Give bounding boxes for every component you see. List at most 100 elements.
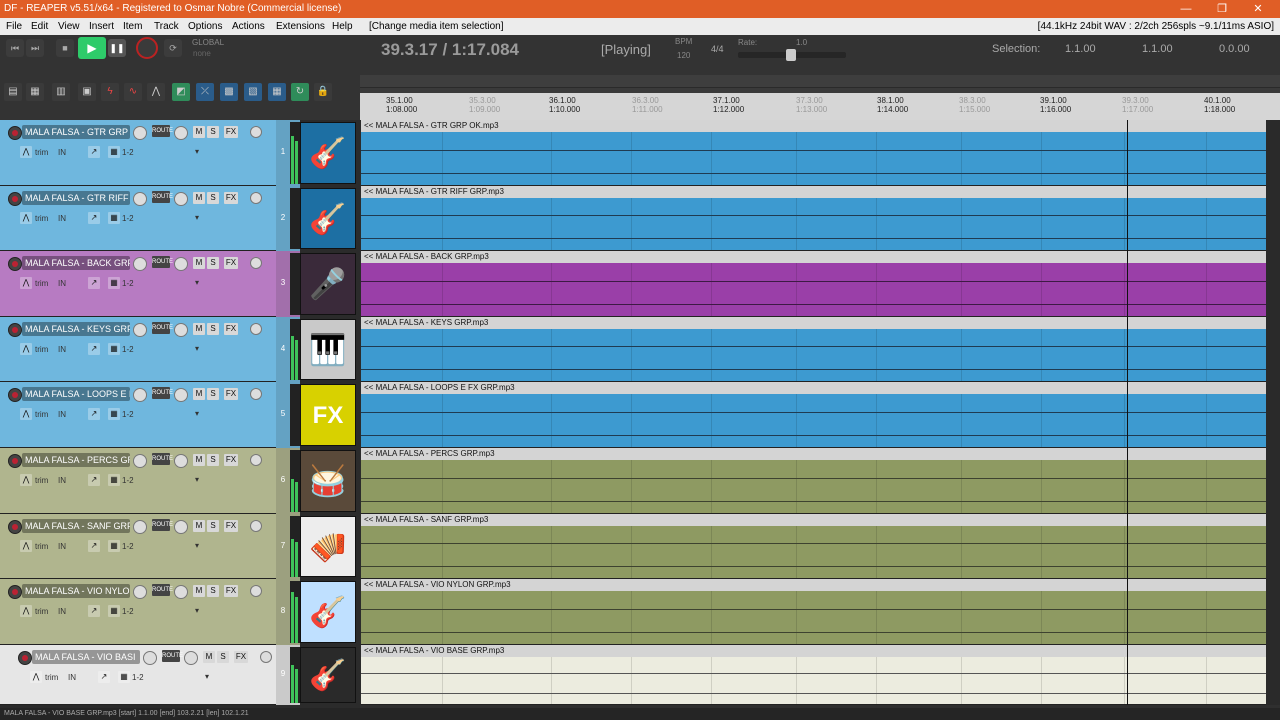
global-automation-label[interactable]: GLOBAL [192, 38, 224, 47]
save-project-icon[interactable]: ▥ [52, 83, 70, 101]
solo-button[interactable]: S [207, 585, 219, 597]
ripple-edit-icon[interactable]: ϟ [101, 83, 119, 101]
chevron-down-icon[interactable]: ▾ [205, 672, 209, 681]
media-item[interactable]: << MALA FALSA - KEYS GRP.mp3 [361, 317, 1266, 382]
input-channel[interactable]: 1-2 [122, 476, 134, 485]
phase-icon[interactable] [250, 257, 262, 269]
menu-edit[interactable]: Edit [31, 18, 48, 35]
chevron-down-icon[interactable]: ▾ [195, 541, 199, 550]
fx-button[interactable]: FX [224, 388, 238, 400]
input-monitor-label[interactable]: IN [58, 345, 66, 354]
record-arm-button[interactable] [8, 323, 22, 337]
input-channel[interactable]: 1-2 [122, 345, 134, 354]
envelope-icon[interactable]: ⋀ [30, 671, 42, 683]
volume-knob[interactable] [133, 520, 147, 534]
menu-insert[interactable]: Insert [89, 18, 114, 35]
pan-knob[interactable] [174, 454, 188, 468]
snap-icon[interactable]: ◩ [172, 83, 190, 101]
media-item[interactable]: << MALA FALSA - LOOPS E FX GRP.mp3 [361, 382, 1266, 448]
trim-label[interactable]: trim [35, 214, 48, 223]
pan-knob[interactable] [174, 585, 188, 599]
input-select-icon[interactable]: ▦ [108, 605, 120, 617]
volume-knob[interactable] [143, 651, 157, 665]
track-control-panel[interactable]: MALA FALSA - SANF GRP ROUTE M S FX ⋀ trim IN ↗ ▦ 1… [0, 514, 276, 579]
input-select-icon[interactable]: ▦ [108, 212, 120, 224]
media-item[interactable]: << MALA FALSA - BACK GRP.mp3 [361, 251, 1266, 317]
input-select-icon[interactable]: ▦ [118, 671, 130, 683]
selection-end[interactable]: 1.1.00 [1142, 43, 1173, 55]
lock-icon[interactable]: 🔒 [314, 83, 332, 101]
mute-button[interactable]: M [193, 585, 205, 597]
render-icon[interactable]: ▣ [78, 83, 96, 101]
volume-knob[interactable] [133, 585, 147, 599]
menu-view[interactable]: View [58, 18, 80, 35]
input-icon[interactable]: ↗ [88, 146, 100, 158]
record-arm-button[interactable] [8, 388, 22, 402]
track-name[interactable]: MALA FALSA - GTR GRP O [22, 125, 130, 139]
track-control-panel[interactable]: MALA FALSA - BACK GRP ROUTE M S FX ⋀ trim IN ↗ ▦ 1… [0, 251, 276, 317]
chevron-down-icon[interactable]: ▾ [195, 147, 199, 156]
trim-label[interactable]: trim [35, 542, 48, 551]
track-control-panel[interactable]: MALA FALSA - KEYS GRP ROUTE M S FX ⋀ trim IN ↗ ▦ 1… [0, 317, 276, 382]
volume-knob[interactable] [133, 454, 147, 468]
fx-button[interactable]: FX [224, 520, 238, 532]
fx-button[interactable]: FX [224, 126, 238, 138]
input-monitor-label[interactable]: IN [58, 542, 66, 551]
menu-item[interactable]: Item [123, 18, 142, 35]
input-channel[interactable]: 1-2 [122, 279, 134, 288]
route-button[interactable]: ROUTE [162, 650, 183, 662]
trim-label[interactable]: trim [35, 476, 48, 485]
chevron-down-icon[interactable]: ▾ [195, 213, 199, 222]
maximize-button[interactable]: ❐ [1204, 0, 1240, 18]
trim-label[interactable]: trim [45, 673, 58, 682]
volume-knob[interactable] [133, 192, 147, 206]
envelope-icon[interactable]: ⋀ [20, 605, 32, 617]
volume-knob[interactable] [133, 323, 147, 337]
selection-length[interactable]: 0.0.00 [1219, 43, 1250, 55]
trim-label[interactable]: trim [35, 148, 48, 157]
input-channel[interactable]: 1-2 [122, 542, 134, 551]
route-button[interactable]: ROUTE [152, 256, 173, 268]
crossfade-icon[interactable]: ⤫ [196, 83, 214, 101]
grouping-icon[interactable]: ∿ [124, 83, 142, 101]
solo-button[interactable]: S [207, 454, 219, 466]
chevron-down-icon[interactable]: ▾ [195, 606, 199, 615]
mute-button[interactable]: M [193, 323, 205, 335]
phase-icon[interactable] [250, 520, 262, 532]
input-channel[interactable]: 1-2 [122, 410, 134, 419]
envelope-icon[interactable]: ⋀ [20, 277, 32, 289]
track-name[interactable]: MALA FALSA - BACK GRP [22, 256, 130, 270]
play-button[interactable]: ▶ [78, 37, 106, 59]
track-name[interactable]: MALA FALSA - VIO NYLON [22, 584, 130, 598]
solo-button[interactable]: S [207, 388, 219, 400]
go-to-end-button[interactable]: ⏭ [26, 39, 44, 57]
input-monitor-label[interactable]: IN [58, 410, 66, 419]
track-name[interactable]: MALA FALSA - PERCS GRP [22, 453, 130, 467]
open-project-icon[interactable]: ▦ [26, 83, 44, 101]
pan-knob[interactable] [174, 257, 188, 271]
ruler-scale[interactable]: 35.1.00 1:08.000 35.3.00 1:09.000 36.1.00 1… [360, 93, 1280, 120]
pan-knob[interactable] [184, 651, 198, 665]
phase-icon[interactable] [250, 585, 262, 597]
track-control-panel[interactable]: MALA FALSA - GTR RIFF G ROUTE M S FX ⋀ trim IN ↗… [0, 186, 276, 251]
input-select-icon[interactable]: ▦ [108, 277, 120, 289]
envelope-icon[interactable]: ⋀ [20, 540, 32, 552]
track-name[interactable]: MALA FALSA - LOOPS E FX [22, 387, 130, 401]
record-arm-button[interactable] [8, 454, 22, 468]
time-signature[interactable]: 4/4 [711, 44, 724, 54]
phase-icon[interactable] [250, 126, 262, 138]
input-icon[interactable]: ↗ [88, 540, 100, 552]
input-monitor-label[interactable]: IN [58, 476, 66, 485]
pause-button[interactable]: ❚❚ [108, 39, 126, 57]
mute-button[interactable]: M [193, 126, 205, 138]
input-icon[interactable]: ↗ [88, 343, 100, 355]
chevron-down-icon[interactable]: ▾ [195, 475, 199, 484]
media-item[interactable]: << MALA FALSA - VIO NYLON GRP.mp3 [361, 579, 1266, 645]
input-icon[interactable]: ↗ [88, 277, 100, 289]
solo-button[interactable]: S [207, 257, 219, 269]
go-to-start-button[interactable]: ⏮ [6, 39, 24, 57]
input-select-icon[interactable]: ▦ [108, 474, 120, 486]
chevron-down-icon[interactable]: ▾ [195, 409, 199, 418]
grid-settings-icon[interactable]: ▩ [220, 83, 238, 101]
solo-button[interactable]: S [207, 126, 219, 138]
